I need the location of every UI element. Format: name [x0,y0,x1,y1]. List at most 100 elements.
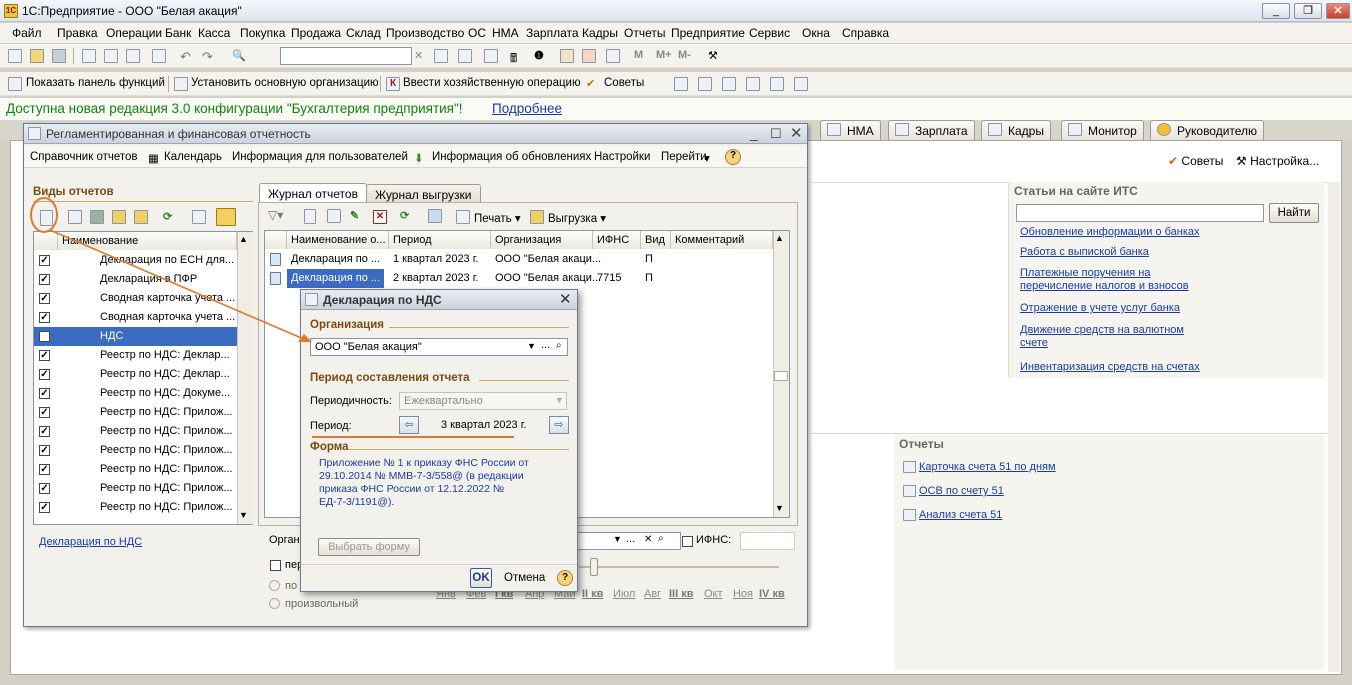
reg-menu-settings[interactable]: Настройки [594,151,650,163]
tab-manager[interactable]: Руководителю [1150,120,1265,140]
report-link-card[interactable]: Карточка счета 51 по дням [919,461,1056,473]
menu-operations[interactable]: Операции [106,26,162,40]
doc2-icon[interactable] [698,77,712,91]
its-link-banks[interactable]: Обновление информации о банках [1020,226,1200,238]
tab-export-journal[interactable]: Журнал выгрузки [366,184,481,203]
kinds-list-item[interactable]: ✓ Реестр по НДС: Прилож... [34,479,237,498]
its-link-statement[interactable]: Работа с выпиской банка [1020,246,1149,258]
doc5-icon[interactable] [770,77,784,91]
kinds-list-item[interactable]: ✓ Декларация в ПФР [34,270,237,289]
journal-scroll-up-icon[interactable]: ▲ [775,233,784,243]
tree-toggle-icon[interactable] [216,208,236,226]
menu-file[interactable]: Файл [12,26,42,40]
reg-menu-updates[interactable]: Информация об обновлениях [432,151,591,163]
journal-row[interactable]: Декларация по ... 2 квартал 2023 г. ООО "Б… [265,269,773,288]
periodicity-dropdown-icon[interactable]: ▼ [555,395,564,405]
its-link-payment-2[interactable]: перечисление налогов и взносов [1020,280,1189,292]
kind-checkbox[interactable]: ✓ [39,331,50,342]
tab-reports-journal[interactable]: Журнал отчетов [259,183,367,203]
journal-send-icon[interactable] [428,209,442,223]
journal-edit-icon[interactable]: ✎ [350,209,364,223]
kind-checkbox[interactable]: ✓ [39,502,50,513]
search-clear-icon[interactable]: ✕ [414,49,428,63]
kinds-list-item[interactable]: ✓ Реестр по НДС: Деклар... [34,346,237,365]
kinds-list-item[interactable]: ✓ Сводная карточка учета ... [34,308,237,327]
calendar2-icon[interactable] [582,49,596,63]
filter-radio-period[interactable] [269,580,280,591]
org-ellipsis-icon[interactable]: ... [541,339,550,351]
period-next-button[interactable]: ⇨ [549,416,569,434]
its-find-button[interactable]: Найти [1269,203,1319,223]
reg-minimize-button[interactable]: _ [750,125,758,141]
kinds-list-item[interactable]: ✓ Реестр по НДС: Докуме... [34,384,237,403]
menu-fixed-assets[interactable]: ОС [468,26,486,40]
journal-scroll-thumb[interactable] [774,371,788,381]
dialog-help-icon[interactable]: ? [557,570,573,586]
kinds-scroll-up-icon[interactable]: ▲ [239,234,248,244]
kind-checkbox[interactable]: ✓ [39,388,50,399]
menu-reports[interactable]: Отчеты [624,26,665,40]
period-month-link[interactable]: II кв [582,588,603,600]
info-icon[interactable]: ❶ [534,49,548,63]
reg-menu-catalog[interactable]: Справочник отчетов [30,151,138,163]
filter-org-clear-icon[interactable]: ✕ [644,534,652,545]
set-main-org-button[interactable]: Установить основную организацию [191,77,379,89]
tab-salary[interactable]: Зарплата [888,120,975,140]
new-report-icon[interactable] [40,210,53,226]
period-month-link[interactable]: IV кв [759,588,785,600]
journal-col-comment[interactable]: Комментарий [671,231,773,249]
save-icon[interactable] [52,49,66,63]
show-panel-button[interactable]: Показать панель функций [26,77,165,89]
journal-row[interactable]: Декларация по ... 1 квартал 2023 г. ООО "Б… [265,250,773,269]
delete-icon[interactable] [152,49,166,63]
refresh-kinds-icon[interactable]: ⟳ [163,210,177,224]
copy-report-icon[interactable] [68,210,82,224]
kind-checkbox[interactable]: ✓ [39,293,50,304]
journal-col-period[interactable]: Период [389,231,491,249]
its-link-currency-1[interactable]: Движение средств на валютном [1020,324,1184,336]
open-folder-icon[interactable] [30,49,44,63]
menu-warehouse[interactable]: Склад [346,26,381,40]
minimize-button[interactable]: _ [1262,3,1290,19]
menu-cash[interactable]: Касса [198,26,230,40]
kinds-list-item[interactable]: ✓ Реестр по НДС: Прилож... [34,460,237,479]
kinds-scrollbar[interactable] [237,232,253,524]
menu-intangibles[interactable]: НМА [492,26,519,40]
kind-checkbox[interactable]: ✓ [39,483,50,494]
kinds-list-item[interactable]: ✓ Декларация по ЕСН для... [34,251,237,270]
kind-checkbox[interactable]: ✓ [39,464,50,475]
doc3-icon[interactable] [722,77,736,91]
update-notice-link[interactable]: Подробнее [492,101,562,116]
kind-checkbox[interactable]: ✓ [39,350,50,361]
copy-icon[interactable] [104,49,118,63]
workspace-scrollbar[interactable] [1328,182,1340,672]
its-link-inventory[interactable]: Инвентаризация средств на счетах [1020,361,1200,373]
calculator-icon[interactable]: 🖩 [510,49,524,65]
reg-menu-user-info[interactable]: Информация для пользователей [232,151,408,163]
its-link-bank-services[interactable]: Отражение в учете услуг банка [1020,302,1180,314]
cancel-button[interactable]: Отмена [504,572,545,584]
hierarchy-icon[interactable] [112,210,126,224]
doc4-icon[interactable] [746,77,760,91]
memory-m-icon[interactable]: M [634,49,648,63]
filter-ifns-field[interactable] [740,532,795,550]
menu-edit[interactable]: Правка [57,26,98,40]
search-prev-icon[interactable] [458,49,472,63]
reg-help-icon[interactable]: ? [725,149,741,165]
new-document-icon[interactable] [8,49,22,63]
org-dropdown-icon[interactable]: ▼ [527,341,536,351]
kinds-scroll-down-icon[interactable]: ▼ [239,510,248,520]
period-prev-button[interactable]: ⇦ [399,416,419,434]
kind-checkbox[interactable]: ✓ [39,445,50,456]
kinds-list-item[interactable]: ✓ НДС [34,327,237,346]
reg-menu-calendar[interactable]: Календарь [164,151,222,163]
doc1-icon[interactable] [674,77,688,91]
kinds-list-item[interactable]: ✓ Сводная карточка учета ... [34,289,237,308]
filter-ifns-checkbox[interactable] [682,536,693,547]
tools-icon[interactable]: ⚒ [708,49,722,63]
doc6-icon[interactable] [794,77,808,91]
journal-refresh-icon[interactable]: ⟳ [400,209,414,223]
report-chart-icon[interactable] [192,210,206,224]
dialog-close-button[interactable]: ✕ [559,290,572,308]
journal-new-icon[interactable] [304,209,316,224]
